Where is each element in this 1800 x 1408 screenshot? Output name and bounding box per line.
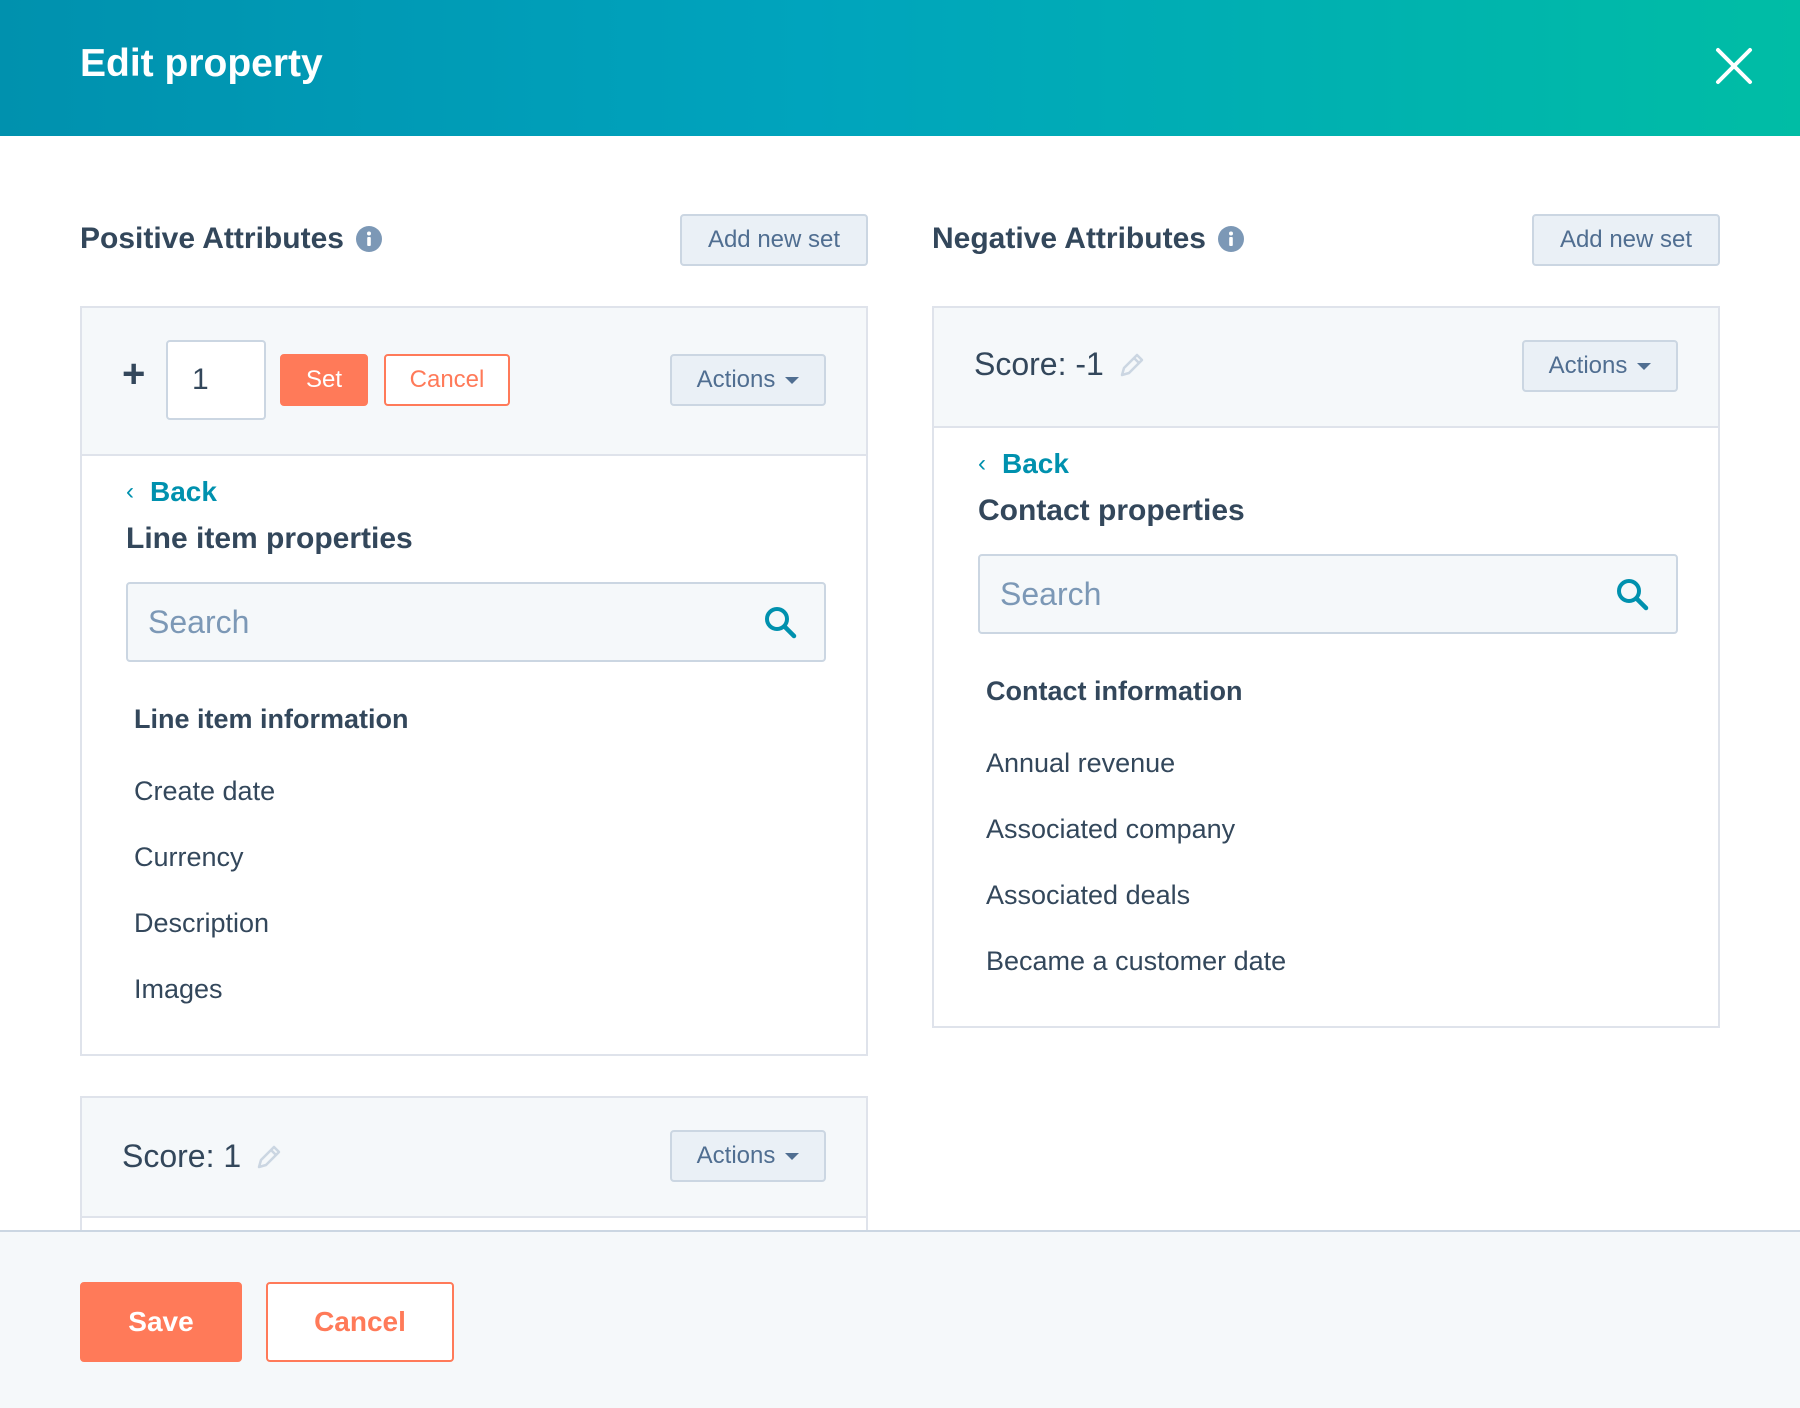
negative-add-new-set-button[interactable]: Add new set bbox=[1532, 214, 1720, 266]
caret-down-icon bbox=[1637, 362, 1652, 370]
set-button[interactable]: Set bbox=[280, 354, 368, 406]
positive-set-card-2: Score: 1 Actions bbox=[80, 1096, 868, 1236]
actions-dropdown[interactable]: Actions bbox=[1522, 340, 1678, 392]
positive-attributes-title: Positive Attributes bbox=[80, 222, 344, 255]
property-option[interactable]: Images bbox=[134, 974, 223, 1005]
back-link[interactable]: ‹ Back bbox=[978, 448, 1069, 480]
chevron-left-icon: ‹ bbox=[978, 450, 986, 477]
negative-attributes-title: Negative Attributes bbox=[932, 222, 1206, 255]
cancel-score-button[interactable]: Cancel bbox=[384, 354, 510, 406]
search-input[interactable] bbox=[1000, 556, 1557, 632]
property-option[interactable]: Associated deals bbox=[986, 880, 1190, 911]
negative-set-card-header: Score: -1 Actions bbox=[934, 308, 1718, 428]
info-icon[interactable] bbox=[355, 226, 382, 252]
list-heading: Contact information bbox=[986, 676, 1243, 706]
list-heading: Line item information bbox=[134, 704, 409, 734]
property-option[interactable]: Annual revenue bbox=[986, 748, 1175, 779]
save-button[interactable]: Save bbox=[80, 1282, 242, 1362]
search-field[interactable] bbox=[126, 582, 826, 662]
actions-label: Actions bbox=[696, 1142, 776, 1169]
positive-set-card: + Set Cancel Actions ‹ Back Line item pr… bbox=[80, 306, 868, 1056]
caret-down-icon bbox=[785, 376, 800, 384]
search-icon[interactable] bbox=[762, 604, 798, 640]
property-option[interactable]: Currency bbox=[134, 842, 244, 873]
score-input[interactable] bbox=[166, 340, 266, 420]
pencil-icon[interactable] bbox=[255, 1143, 283, 1171]
positive-set-card-header: + Set Cancel Actions bbox=[82, 308, 866, 456]
back-label: Back bbox=[150, 476, 217, 507]
actions-label: Actions bbox=[696, 366, 776, 393]
modal-title: Edit property bbox=[80, 42, 323, 85]
property-option[interactable]: Associated company bbox=[986, 814, 1235, 845]
chevron-left-icon: ‹ bbox=[126, 478, 134, 505]
modal-footer: Save Cancel bbox=[0, 1230, 1800, 1408]
negative-set-card: Score: -1 Actions ‹ Back Contact propert… bbox=[932, 306, 1720, 1028]
positive-add-new-set-button[interactable]: Add new set bbox=[680, 214, 868, 266]
positive-set-card-2-header: Score: 1 Actions bbox=[82, 1098, 866, 1218]
score-display: Score: 1 bbox=[122, 1138, 283, 1175]
close-icon[interactable] bbox=[1712, 44, 1756, 88]
score-label: Score: 1 bbox=[122, 1138, 242, 1174]
pencil-icon[interactable] bbox=[1118, 351, 1146, 379]
property-group-title: Contact properties bbox=[978, 494, 1245, 527]
info-icon[interactable] bbox=[1217, 226, 1244, 252]
score-display: Score: -1 bbox=[974, 346, 1146, 383]
close-button[interactable] bbox=[1712, 44, 1756, 88]
property-option[interactable]: Became a customer date bbox=[986, 946, 1286, 977]
back-link[interactable]: ‹ Back bbox=[126, 476, 217, 508]
actions-label: Actions bbox=[1548, 352, 1628, 379]
property-option[interactable]: Create date bbox=[134, 776, 275, 807]
score-label: Score: -1 bbox=[974, 346, 1104, 382]
negative-attributes-heading: Negative Attributes bbox=[932, 222, 1244, 256]
caret-down-icon bbox=[785, 1152, 800, 1160]
back-label: Back bbox=[1002, 448, 1069, 479]
plus-sign: + bbox=[122, 352, 146, 396]
property-option[interactable]: Description bbox=[134, 908, 269, 939]
modal-header: Edit property bbox=[0, 0, 1800, 136]
actions-dropdown[interactable]: Actions bbox=[670, 1130, 826, 1182]
property-group-title: Line item properties bbox=[126, 522, 413, 555]
positive-attributes-heading: Positive Attributes bbox=[80, 222, 382, 256]
cancel-button[interactable]: Cancel bbox=[266, 1282, 454, 1362]
search-input[interactable] bbox=[148, 584, 705, 660]
search-icon[interactable] bbox=[1614, 576, 1650, 612]
actions-dropdown[interactable]: Actions bbox=[670, 354, 826, 406]
search-field[interactable] bbox=[978, 554, 1678, 634]
